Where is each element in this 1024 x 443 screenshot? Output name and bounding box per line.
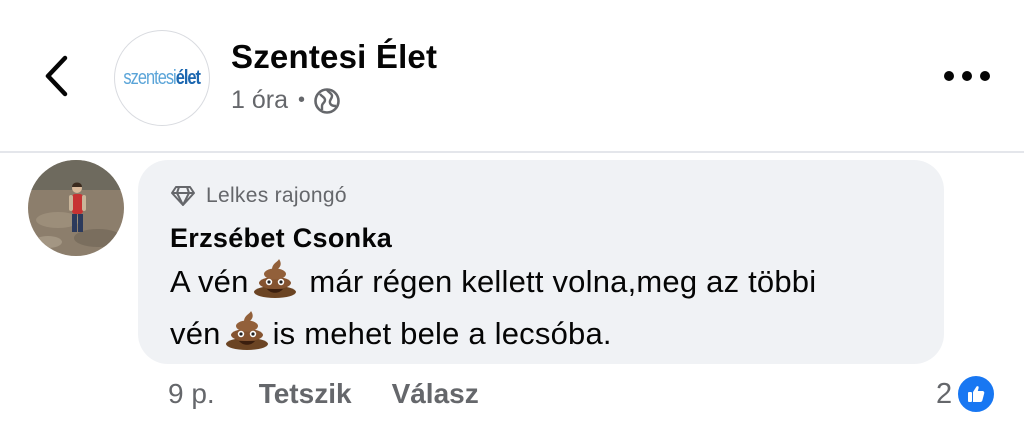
comment-text: A vén már régen kellett volna,meg az töb…	[170, 256, 930, 360]
comment-bubble: Lelkes rajongó Erzsébet Csonka A vén már…	[138, 160, 944, 364]
comment-text-part: A vén	[170, 264, 249, 299]
like-reaction-badge	[956, 374, 997, 414]
comment-text-part: vén	[170, 316, 221, 351]
commenter-avatar[interactable]	[28, 160, 124, 256]
comment-text-part: már régen kellett volna,meg az többi	[309, 264, 817, 299]
page-name[interactable]: Szentesi Élet	[231, 38, 437, 76]
reply-button[interactable]: Válasz	[392, 378, 479, 410]
reaction-count: 2	[936, 377, 953, 410]
globe-icon	[314, 87, 340, 114]
more-options-button[interactable]	[944, 64, 990, 88]
post-time: 1 óra	[231, 86, 288, 114]
more-dot	[944, 71, 954, 81]
header-divider	[0, 151, 1024, 153]
comment-author[interactable]: Erzsébet Csonka	[170, 223, 392, 254]
page-avatar[interactable]: szentesiélet	[114, 30, 210, 126]
more-dot	[962, 71, 972, 81]
chevron-left-icon	[45, 55, 68, 97]
pile-of-poo-emoji	[253, 259, 296, 298]
pile-of-poo-emoji	[225, 311, 268, 350]
page-logo: szentesiélet	[123, 66, 202, 89]
comment-text-part: is mehet bele a lecsóba.	[272, 316, 612, 351]
badge-label: Lelkes rajongó	[206, 184, 347, 207]
post-header: szentesiélet Szentesi Élet 1 óra •	[0, 0, 1024, 152]
post-meta: 1 óra •	[231, 86, 341, 115]
meta-separator: •	[297, 89, 305, 111]
comment-actions: 9 p. Tetszik Válasz	[168, 378, 479, 410]
fan-badge: Lelkes rajongó	[170, 184, 347, 208]
reaction-summary[interactable]: 2	[936, 374, 997, 414]
comment-time[interactable]: 9 p.	[168, 378, 215, 410]
more-dot	[980, 71, 990, 81]
diamond-icon	[171, 186, 195, 206]
thumbs-up-icon	[968, 386, 985, 402]
like-button[interactable]: Tetszik	[259, 378, 352, 410]
back-button[interactable]	[36, 52, 76, 100]
